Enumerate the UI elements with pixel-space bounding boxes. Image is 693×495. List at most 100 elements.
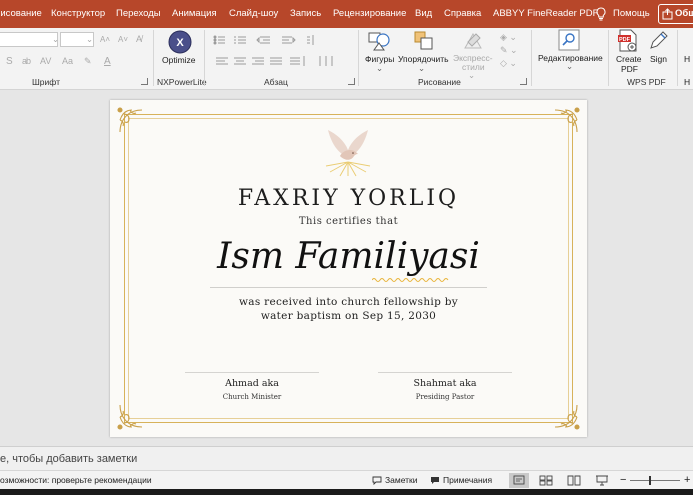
sign-button[interactable]: Sign	[650, 54, 667, 64]
optimize-button[interactable]: Optimize	[162, 55, 196, 65]
ribbon-separator	[204, 30, 205, 86]
lightbulb-icon[interactable]	[595, 7, 607, 21]
character-spacing-icon[interactable]: ab	[22, 56, 31, 66]
recipient-name[interactable]: Ism Familiyasi	[110, 236, 587, 277]
arrange-icon[interactable]	[413, 30, 435, 52]
grow-font-icon[interactable]: A˄	[100, 35, 110, 44]
chevron-down-icon: ⌄	[418, 63, 426, 73]
signer-name: Ahmad aka	[225, 378, 279, 389]
chevron-down-icon: ⌄	[566, 61, 574, 71]
ribbon-separator	[358, 30, 359, 86]
ribbon-separator	[608, 30, 609, 86]
share-button[interactable]: Общий доступ	[658, 4, 693, 24]
change-case-icon[interactable]: Aa	[62, 56, 73, 66]
name-underline	[210, 287, 487, 288]
group-label-font: Шрифт	[32, 77, 60, 87]
slide[interactable]: FAXRIY YORLIQ This certifies that Ism Fa…	[110, 100, 587, 437]
ribbon-separator	[153, 30, 154, 86]
tab-design[interactable]: Конструктор	[51, 0, 105, 28]
shapes-icon[interactable]	[368, 30, 392, 52]
font-dialog-launcher[interactable]	[141, 78, 148, 85]
char-spacing-icon[interactable]: AV	[40, 56, 51, 66]
help-search[interactable]: Помощь	[613, 0, 650, 28]
normal-view-icon	[513, 475, 525, 485]
status-bar: озможности: проверьте рекомендации Замет…	[0, 470, 693, 489]
create-pdf-icon[interactable]: PDF	[617, 29, 639, 53]
sign-icon[interactable]	[648, 29, 670, 51]
certifies-text: This certifies that	[298, 216, 399, 227]
quick-styles-icon[interactable]	[462, 30, 484, 52]
svg-text:X: X	[176, 37, 184, 49]
ribbon-separator	[531, 30, 532, 86]
tab-view[interactable]: Вид	[415, 0, 432, 28]
zoom-in-button[interactable]: +	[684, 471, 690, 490]
reading-view-icon	[567, 475, 581, 486]
comments-icon	[431, 477, 439, 484]
spellcheck-underline	[372, 278, 449, 282]
group-label-wps-pdf: WPS PDF	[627, 77, 666, 87]
body-line-2: water baptism on Sep 15, 2030	[260, 310, 437, 322]
zoom-slider[interactable]	[630, 480, 680, 481]
signature-line	[378, 372, 512, 373]
font-color-icon[interactable]: A	[104, 56, 111, 67]
overflow-group-label: Н	[684, 77, 691, 87]
corner-ornament-icon	[554, 107, 580, 133]
signature-line	[185, 372, 319, 373]
comments-button[interactable]: Примечания	[443, 471, 492, 490]
certificate-title: FAXRIY YORLIQ	[237, 186, 460, 211]
clear-format-icon[interactable]: A̸	[136, 34, 142, 44]
signer-role: Presiding Pastor	[415, 393, 475, 401]
zoom-slider-thumb[interactable]	[649, 476, 651, 485]
strikethrough-icon[interactable]: S	[6, 56, 13, 67]
notes-button[interactable]: Заметки	[385, 471, 418, 490]
notes-pane[interactable]: е, чтобы добавить заметки	[0, 446, 693, 470]
shape-fill-icon[interactable]: ◈ ⌄	[500, 32, 517, 43]
corner-ornament-icon	[117, 107, 143, 133]
chevron-down-icon: ⌄	[86, 34, 94, 44]
search-icon[interactable]	[558, 29, 580, 51]
tab-help[interactable]: Справка	[444, 0, 481, 28]
tab-slideshow[interactable]: Слайд-шоу	[229, 0, 278, 28]
ribbon: ⌄ ⌄ A˄ A˅ A̸ S ab AV Aa ✎ A Шрифт X Opti…	[0, 28, 693, 90]
zoom-out-button[interactable]: −	[620, 471, 626, 490]
tab-draw[interactable]: Рисование	[0, 0, 42, 28]
share-label: Общий доступ	[675, 8, 693, 19]
group-label-paragraph: Абзац	[264, 77, 288, 87]
slide-sorter-button[interactable]	[536, 473, 556, 488]
normal-view-button[interactable]	[509, 473, 529, 488]
shrink-font-icon[interactable]: A˅	[118, 35, 128, 44]
highlight-icon[interactable]: ✎	[84, 56, 92, 67]
tab-abbyy[interactable]: ABBYY FineReader PDF	[493, 0, 598, 28]
corner-ornament-icon	[554, 404, 580, 430]
shape-effects-icon[interactable]: ◇ ⌄	[500, 58, 517, 69]
overflow-button[interactable]: Н	[684, 54, 690, 64]
dove-icon	[325, 130, 371, 177]
paragraph-dialog-launcher[interactable]	[348, 78, 355, 85]
slide-sorter-icon	[539, 475, 553, 486]
tab-animation[interactable]: Анимация	[172, 0, 217, 28]
create-pdf-button[interactable]: Create	[616, 54, 642, 64]
tab-review[interactable]: Рецензирование	[333, 0, 406, 28]
group-label-nxpowerlite: NXPowerLite	[157, 77, 207, 87]
shape-outline-icon[interactable]: ✎ ⌄	[500, 45, 518, 56]
body-line-1: was received into church fellowship by	[238, 296, 458, 308]
chevron-down-icon: ⌄	[52, 34, 60, 44]
notes-placeholder: е, чтобы добавить заметки	[0, 453, 138, 465]
tab-record[interactable]: Запись	[290, 0, 321, 28]
drawing-dialog-launcher[interactable]	[520, 78, 527, 85]
slide-canvas[interactable]: FAXRIY YORLIQ This certifies that Ism Fa…	[0, 90, 693, 446]
certificate-body: was received into church fellowship by w…	[110, 295, 587, 323]
tab-transitions[interactable]: Переходы	[116, 0, 161, 28]
create-pdf-label: PDF	[621, 64, 638, 74]
slideshow-button[interactable]	[592, 473, 612, 488]
accessibility-status[interactable]: озможности: проверьте рекомендации	[0, 471, 152, 490]
svg-text:PDF: PDF	[619, 37, 631, 43]
menu-bar: Рисование Конструктор Переходы Анимация …	[0, 0, 693, 28]
reading-view-button[interactable]	[564, 473, 584, 488]
nxpowerlite-icon[interactable]: X	[168, 30, 192, 54]
share-icon	[662, 8, 673, 20]
signer-role: Church Minister	[222, 393, 282, 401]
font-name-select[interactable]	[0, 32, 58, 47]
paragraph-tools-icons[interactable]	[212, 34, 352, 68]
chevron-down-icon: ⌄	[468, 70, 476, 80]
